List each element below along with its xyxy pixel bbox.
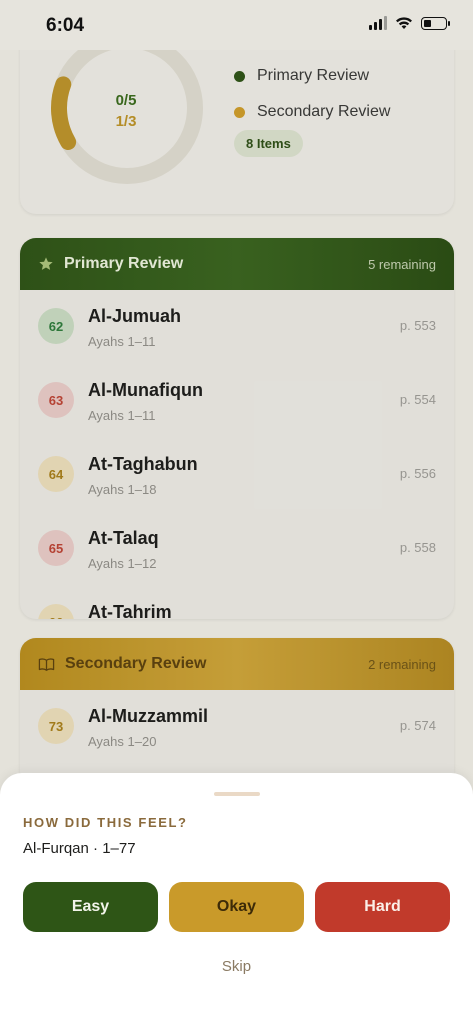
okay-button[interactable]: Okay	[169, 882, 304, 932]
hard-button[interactable]: Hard	[315, 882, 450, 932]
status-time: 6:04	[46, 15, 85, 36]
sheet-subtitle: Al-Furqan · 1–77	[23, 840, 136, 857]
sheet-drag-handle[interactable]	[214, 792, 260, 796]
battery-icon	[421, 16, 450, 30]
rating-buttons: Easy Okay Hard	[23, 882, 450, 932]
status-icons	[369, 16, 450, 30]
rating-bottom-sheet: HOW DID THIS FEEL? Al-Furqan · 1–77 Easy…	[0, 773, 473, 1024]
sheet-question: HOW DID THIS FEEL?	[23, 815, 188, 830]
easy-button[interactable]: Easy	[23, 882, 158, 932]
cellular-signal-icon	[369, 16, 387, 30]
skip-button[interactable]: Skip	[0, 958, 473, 975]
wifi-icon	[396, 17, 412, 29]
status-bar: 6:04	[0, 0, 473, 50]
